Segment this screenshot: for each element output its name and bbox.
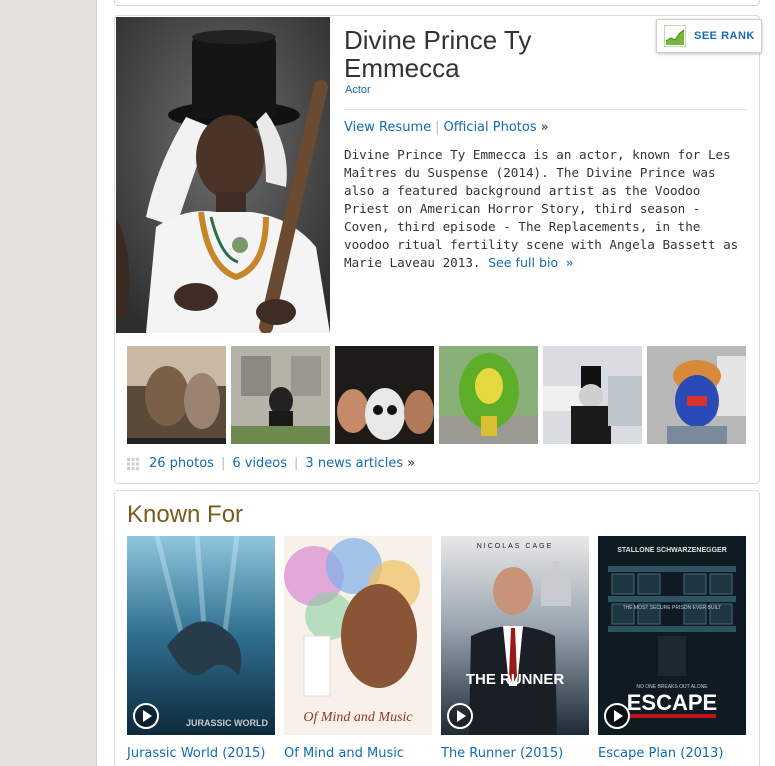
previous-card-edge (114, 0, 760, 6)
overview-links: View Resume | Official Photos » (344, 120, 549, 135)
known-for-title-link[interactable]: Of Mind and Music (284, 746, 404, 761)
poster-of-mind-and-music-text: Of Mind and Music (303, 710, 413, 725)
official-photos-link[interactable]: Official Photos (444, 120, 537, 135)
poster-escape-plan-top: STALLONE SCHWARZENEGGER (617, 547, 727, 554)
view-resume-link[interactable]: View Resume (344, 120, 431, 135)
person-name: Divine Prince Ty Emmecca (344, 25, 532, 83)
photo-thumb[interactable] (647, 346, 746, 444)
poster-jurassic-world[interactable]: JURASSIC WORLD (127, 536, 275, 735)
poster-escape-plan[interactable]: STALLONE SCHWARZENEGGER THE MOST SECURE … (598, 536, 746, 735)
known-for-heading: Known For (127, 501, 244, 528)
see-full-bio-more: » (565, 255, 574, 270)
person-role-link[interactable]: Actor (345, 84, 371, 96)
play-icon[interactable] (445, 701, 475, 731)
news-count-link[interactable]: 3 news articles (305, 456, 403, 471)
overview-card: Divine Prince Ty Emmecca Actor SEE RANK … (114, 15, 762, 484)
see-rank-button[interactable]: SEE RANK (656, 19, 762, 53)
news-more: » (407, 456, 416, 471)
header-divider (344, 109, 747, 110)
poster-the-runner[interactable]: NICOLAS CAGE THE RUNNER (441, 536, 589, 735)
photo-thumb[interactable] (127, 346, 226, 444)
photos-count-link[interactable]: 26 photos (149, 456, 214, 471)
bio-text: Divine Prince Ty Emmecca is an actor, kn… (344, 146, 752, 272)
known-for-card: Known For JURASSIC WORLD Jurassic World … (114, 490, 760, 766)
see-full-bio-link[interactable]: See full bio (488, 255, 558, 270)
known-for-title-link[interactable]: The Runner (2015) (441, 746, 563, 761)
photo-thumb[interactable] (335, 346, 434, 444)
play-icon[interactable] (602, 701, 632, 731)
official-photos-more: » (540, 120, 549, 135)
poster-escape-plan-tagline: THE MOST SECURE PRISON EVER BUILT (623, 605, 722, 611)
photo-thumb[interactable] (231, 346, 330, 444)
bio-body: Divine Prince Ty Emmecca is an actor, kn… (344, 147, 739, 270)
poster-jurassic-world-text: JURASSIC WORLD (186, 718, 269, 728)
poster-the-runner-top: NICOLAS CAGE (477, 543, 554, 550)
photo-thumb[interactable] (543, 346, 642, 444)
poster-the-runner-text: THE RUNNER (466, 671, 565, 688)
videos-count-link[interactable]: 6 videos (232, 456, 287, 471)
media-links: 26 photos | 6 videos | 3 news articles » (127, 456, 415, 471)
photo-strip (127, 346, 747, 444)
poster-of-mind-and-music[interactable]: Of Mind and Music (284, 536, 432, 735)
known-for-title-link[interactable]: Escape Plan (2013) (598, 746, 724, 761)
see-rank-label: SEE RANK (694, 30, 755, 42)
poster-escape-plan-text: ESCAPE (627, 690, 717, 715)
chart-icon (664, 25, 686, 47)
play-icon[interactable] (131, 701, 161, 731)
grid-icon (127, 457, 139, 470)
headshot-photo[interactable] (116, 17, 330, 333)
photo-thumb[interactable] (439, 346, 538, 444)
known-for-title-link[interactable]: Jurassic World (2015) (127, 746, 265, 761)
